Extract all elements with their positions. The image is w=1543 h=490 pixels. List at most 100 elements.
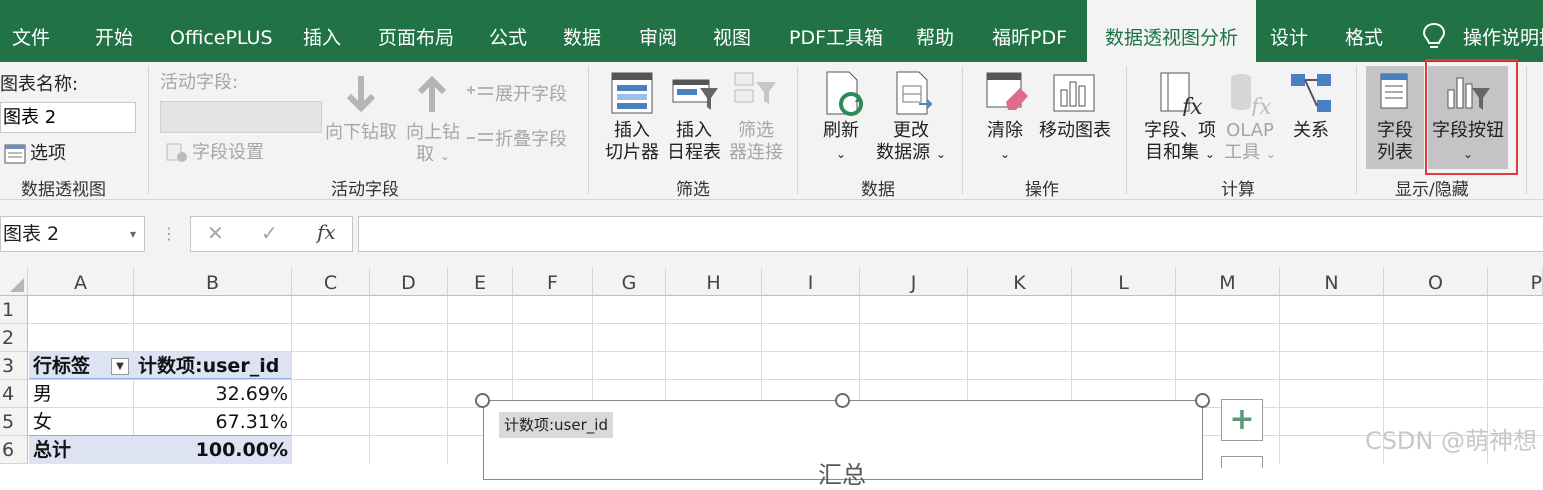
expand-field-icon [467,86,493,95]
options-icon [4,144,26,164]
tab-file[interactable]: 文件 [12,0,50,62]
insert-function-icon[interactable]: fx [317,220,336,244]
chevron-down-icon: ⌄ [999,147,1011,161]
clear-button[interactable]: 清除 ⌄ [982,120,1028,165]
tab-help[interactable]: 帮助 [916,0,954,62]
options-button[interactable]: 选项 [30,143,66,165]
separator [148,66,149,194]
cancel-icon[interactable]: ✕ [207,221,224,245]
column-header-m[interactable]: M [1176,268,1280,296]
row-header-3[interactable]: 3 [0,352,28,380]
tab-format[interactable]: 格式 [1345,0,1383,62]
row-header-2[interactable]: 2 [0,324,28,352]
move-chart-button[interactable]: 移动图表 [1039,120,1111,142]
relationships-button[interactable]: 关系 [1293,120,1329,142]
resize-handle[interactable] [475,393,490,408]
column-header-k[interactable]: K [968,268,1072,296]
column-header-i[interactable]: I [762,268,860,296]
change-data-source-button[interactable]: 更改 数据源 ⌄ [873,120,949,165]
column-header-g[interactable]: G [593,268,666,296]
clear-icon [986,72,1028,110]
field-list-label-1: 字段 [1377,120,1413,141]
resize-handle[interactable] [835,393,850,408]
row-header-5[interactable]: 5 [0,408,28,436]
separator [1126,66,1127,194]
column-header-n[interactable]: N [1280,268,1384,296]
pivot-total-label: 总计 [33,439,72,461]
olap-tools-button[interactable]: OLAP 工具 ⌄ [1222,120,1278,165]
group-label-active-field: 活动字段 [331,180,399,200]
column-header-h[interactable]: H [666,268,762,296]
insert-timeline-button[interactable]: 插入 日程表 [665,120,723,164]
tab-foxit-pdf[interactable]: 福昕PDF [992,0,1067,62]
column-header-p[interactable]: P [1488,268,1543,296]
highlight-box [1425,59,1518,175]
field-settings-button[interactable]: 字段设置 [192,142,264,164]
fields-items-sets-button[interactable]: 字段、项 目和集 ⌄ [1141,120,1219,165]
column-header-b[interactable]: B [134,268,292,296]
tab-design[interactable]: 设计 [1270,0,1308,62]
drill-down-button[interactable]: 向下钻取 [325,122,397,144]
row-header-6[interactable]: 6 [0,436,28,464]
separator [1526,66,1527,194]
tab-formulas[interactable]: 公式 [489,0,527,62]
gridline [28,323,1543,324]
tab-officeplus[interactable]: OfficePLUS [170,0,273,62]
tab-data[interactable]: 数据 [563,0,601,62]
group-label-show-hide: 显示/隐藏 [1395,180,1469,200]
change-data-source-label-1: 更改 [893,120,929,141]
insert-slicer-button[interactable]: 插入 切片器 [603,120,661,164]
filter-connections-button[interactable]: 筛选 器连接 [727,120,785,164]
name-box[interactable]: 图表 2 ▾ [0,216,145,252]
select-all-corner[interactable] [0,268,28,296]
pivot-chart[interactable]: 计数项:user_id 汇总 [483,400,1203,489]
formula-bar: 图表 2 ▾ ⋮ ✕ ✓ fx [0,200,1543,268]
insert-slicer-label-2: 切片器 [605,142,659,163]
tab-page-layout[interactable]: 页面布局 [378,0,454,62]
insert-slicer-icon [611,72,653,114]
refresh-button[interactable]: 刷新 ⌄ [818,120,864,165]
tab-view[interactable]: 视图 [713,0,751,62]
chart-elements-button[interactable]: + [1221,399,1263,441]
tab-pivotchart-analyze[interactable]: 数据透视图分析 [1087,0,1257,62]
column-header-a[interactable]: A [28,268,134,296]
tab-pdf-toolbox[interactable]: PDF工具箱 [789,0,883,62]
filter-connections-label-1: 筛选 [738,120,774,141]
chevron-down-icon[interactable]: ▾ [130,217,136,251]
pivot-row-labels-header: 行标签 [33,355,91,377]
tab-home[interactable]: 开始 [95,0,133,62]
chart-value-field-button[interactable]: 计数项:user_id [499,412,613,438]
tell-me-search[interactable]: 操作说明搜 [1463,0,1543,62]
field-list-label-2: 列表 [1377,142,1413,163]
resize-handle[interactable] [1195,393,1210,408]
insert-slicer-label-1: 插入 [614,120,650,141]
chart-name-input[interactable]: 图表 2 [0,102,136,133]
tab-review[interactable]: 审阅 [639,0,677,62]
enter-icon[interactable]: ✓ [261,221,278,245]
column-header-c[interactable]: C [292,268,370,296]
pivot-value-header: 计数项:user_id [138,355,280,377]
column-header-d[interactable]: D [370,268,448,296]
column-header-f[interactable]: F [513,268,593,296]
expand-field-button[interactable]: 展开字段 [495,84,567,106]
more-icon: ⋮ [161,224,177,243]
gridline [291,296,292,464]
tab-insert[interactable]: 插入 [303,0,341,62]
column-header-l[interactable]: L [1072,268,1176,296]
separator [1356,66,1357,194]
row-header-4[interactable]: 4 [0,380,28,408]
worksheet-grid: A B C D E F G H I J K L M N O P 1 2 3 4 … [0,268,1543,489]
column-header-e[interactable]: E [448,268,513,296]
insert-timeline-label-2: 日程表 [667,142,721,163]
filter-dropdown-icon[interactable]: ▼ [111,358,129,375]
formula-input[interactable] [358,216,1543,252]
column-header-o[interactable]: O [1384,268,1488,296]
collapse-field-button[interactable]: 折叠字段 [495,129,567,151]
drill-up-button[interactable]: 向上钻 取 ⌄ [405,122,461,167]
active-field-input[interactable] [160,101,322,133]
drill-up-label-2: 取 [416,144,435,165]
chart-styles-button[interactable] [1221,456,1263,468]
filter-connections-label-2: 器连接 [729,142,783,163]
column-header-j[interactable]: J [860,268,968,296]
row-header-1[interactable]: 1 [0,296,28,324]
